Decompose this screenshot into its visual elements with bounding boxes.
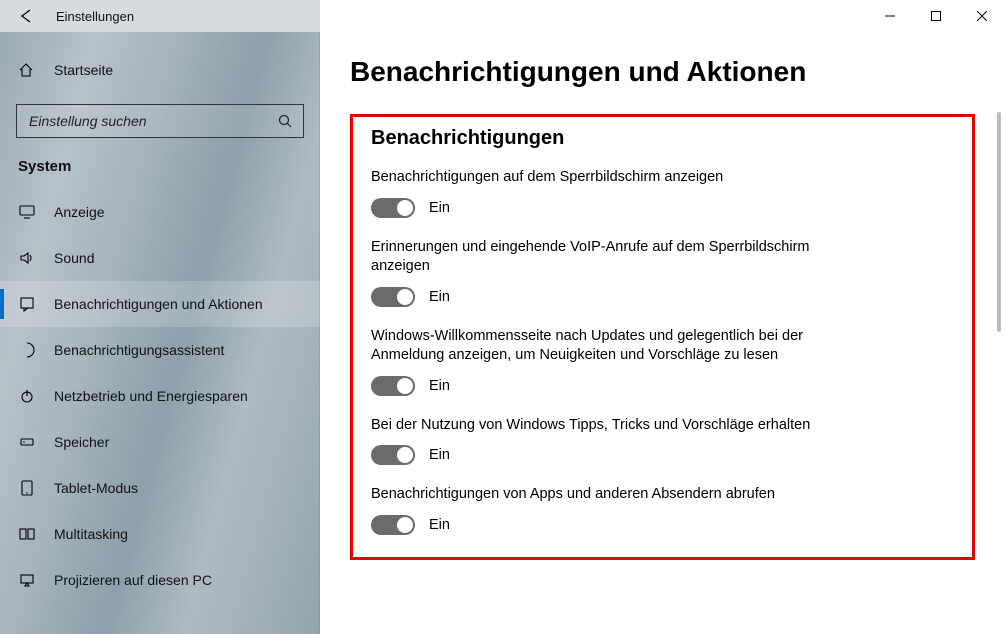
sidebar-item-benachrichtigungen[interactable]: Benachrichtigungen und Aktionen [0,281,320,327]
sidebar-item-label: Speicher [54,434,109,450]
back-icon[interactable] [18,7,36,25]
toggle-label: Ein [429,378,450,394]
setting-desc: Benachrichtigungen auf dem Sperrbildschi… [371,168,851,188]
sidebar-item-sound[interactable]: Sound [0,235,320,281]
setting-welcome-experience: Windows-Willkommensseite nach Updates un… [371,327,851,396]
setting-desc: Bei der Nutzung von Windows Tipps, Trick… [371,416,851,436]
setting-desc: Windows-Willkommensseite nach Updates un… [371,327,851,366]
toggle-label: Ein [429,517,450,533]
sidebar-item-label: Projizieren auf diesen PC [54,572,212,588]
display-icon [18,204,36,220]
setting-voip-reminders: Erinnerungen und eingehende VoIP-Anrufe … [371,238,851,307]
highlight-box: Benachrichtigungen Benachrichtigungen au… [350,114,975,560]
sidebar-item-anzeige[interactable]: Anzeige [0,189,320,235]
notifications-icon [18,296,36,312]
storage-icon [18,434,36,450]
toggle-label: Ein [429,289,450,305]
sidebar-section-header: System [0,158,320,189]
titlebar-left: Einstellungen [0,0,320,32]
search-input[interactable] [27,112,277,130]
toggle-switch[interactable] [371,198,415,218]
close-button[interactable] [959,0,1005,32]
search-box[interactable] [16,104,304,138]
titlebar: Einstellungen [0,0,1005,32]
sidebar-item-label: Sound [54,250,94,266]
setting-app-notifications: Benachrichtigungen von Apps und anderen … [371,485,851,535]
toggle-switch[interactable] [371,376,415,396]
toggle-switch[interactable] [371,445,415,465]
sidebar-item-label: Tablet-Modus [54,480,138,496]
sidebar-item-benachrichtigungsassistent[interactable]: Benachrichtigungsassistent [0,327,320,373]
toggle-switch[interactable] [371,515,415,535]
subheading: Benachrichtigungen [371,127,954,150]
focus-assist-icon [18,342,36,358]
toggle-label: Ein [429,200,450,216]
page-title: Benachrichtigungen und Aktionen [350,56,975,88]
sidebar: Startseite System Anzeige Sound Be [0,32,320,634]
power-icon [18,388,36,404]
sidebar-item-label: Benachrichtigungen und Aktionen [54,296,263,312]
scrollbar[interactable] [997,32,1003,634]
setting-desc: Erinnerungen und eingehende VoIP-Anrufe … [371,238,851,277]
window-title: Einstellungen [56,9,134,24]
content: Benachrichtigungen und Aktionen Benachri… [320,32,1005,634]
search-icon [277,114,293,128]
toggle-label: Ein [429,447,450,463]
maximize-button[interactable] [913,0,959,32]
sidebar-item-tablet[interactable]: Tablet-Modus [0,465,320,511]
sidebar-item-multitasking[interactable]: Multitasking [0,511,320,557]
setting-tips: Bei der Nutzung von Windows Tipps, Trick… [371,416,851,466]
sidebar-home-label: Startseite [54,62,113,78]
home-icon [18,62,36,78]
setting-desc: Benachrichtigungen von Apps und anderen … [371,485,851,505]
toggle-switch[interactable] [371,287,415,307]
sidebar-item-netzbetrieb[interactable]: Netzbetrieb und Energiesparen [0,373,320,419]
sidebar-item-projizieren[interactable]: Projizieren auf diesen PC [0,557,320,603]
scrollbar-thumb[interactable] [997,112,1001,332]
setting-lockscreen-notifications: Benachrichtigungen auf dem Sperrbildschi… [371,168,851,218]
sidebar-item-speicher[interactable]: Speicher [0,419,320,465]
sound-icon [18,250,36,266]
sidebar-item-label: Benachrichtigungsassistent [54,342,224,358]
sidebar-item-label: Anzeige [54,204,105,220]
window-controls [867,0,1005,32]
sidebar-item-label: Netzbetrieb und Energiesparen [54,388,248,404]
project-icon [18,572,36,588]
minimize-button[interactable] [867,0,913,32]
multitasking-icon [18,526,36,542]
sidebar-item-label: Multitasking [54,526,128,542]
sidebar-home[interactable]: Startseite [0,50,320,90]
tablet-icon [18,480,36,496]
